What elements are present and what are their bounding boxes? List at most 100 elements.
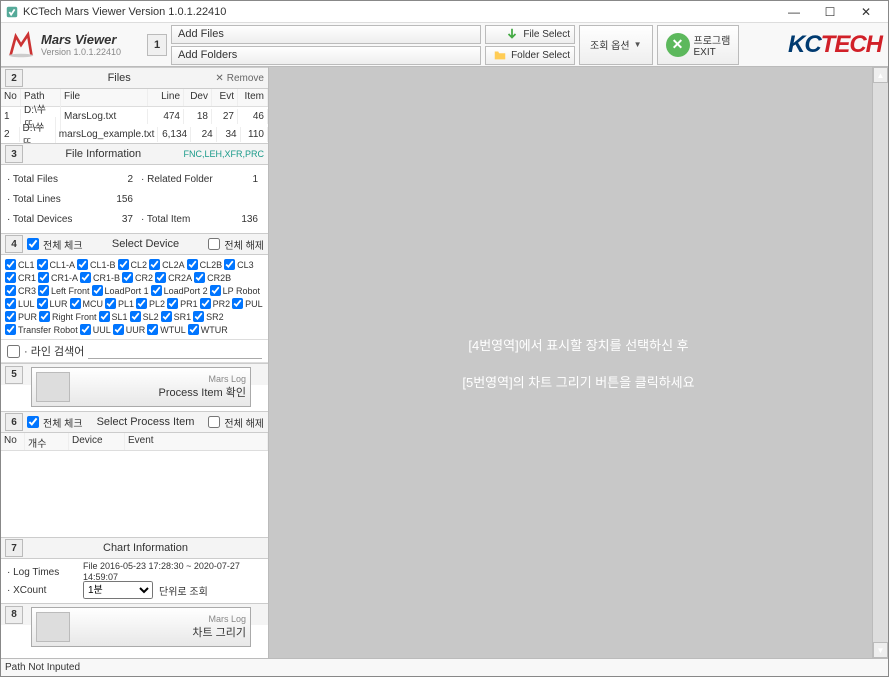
device-checkbox-input[interactable] bbox=[39, 311, 50, 322]
device-label: Right Front bbox=[52, 312, 97, 322]
device-checkbox-input[interactable] bbox=[210, 285, 221, 296]
device-checkbox-input[interactable] bbox=[224, 259, 235, 270]
device-checkbox-input[interactable] bbox=[161, 311, 172, 322]
device-checkbox-input[interactable] bbox=[155, 272, 166, 283]
device-checkbox[interactable]: CL2 bbox=[118, 259, 148, 270]
device-checkbox[interactable]: LUL bbox=[5, 298, 35, 309]
uncheck-all-process[interactable] bbox=[208, 416, 220, 428]
minimize-button[interactable]: — bbox=[776, 2, 812, 22]
device-checkbox-input[interactable] bbox=[200, 298, 211, 309]
device-checkbox-input[interactable] bbox=[70, 298, 81, 309]
uncheck-all-devices[interactable] bbox=[208, 238, 220, 250]
device-checkbox-input[interactable] bbox=[37, 259, 48, 270]
device-checkbox-input[interactable] bbox=[232, 298, 243, 309]
device-checkbox-input[interactable] bbox=[188, 324, 199, 335]
xcount-select[interactable]: 1분 bbox=[83, 581, 153, 599]
device-checkbox-input[interactable] bbox=[5, 259, 16, 270]
device-checkbox[interactable]: CL1-B bbox=[77, 259, 116, 270]
device-checkbox[interactable]: CR2 bbox=[122, 272, 153, 283]
device-checkbox[interactable]: CL2B bbox=[187, 259, 223, 270]
device-checkbox[interactable]: UUR bbox=[113, 324, 146, 335]
device-checkbox[interactable]: PL1 bbox=[105, 298, 134, 309]
device-checkbox[interactable]: LoadPort 2 bbox=[151, 285, 208, 296]
section-6-header: 6 전체 체크 Select Process Item 전체 해제 bbox=[1, 411, 268, 433]
device-checkbox-input[interactable] bbox=[187, 259, 198, 270]
device-checkbox[interactable]: SL1 bbox=[99, 311, 128, 322]
device-checkbox-input[interactable] bbox=[149, 259, 160, 270]
device-checkbox[interactable]: CL1-A bbox=[37, 259, 76, 270]
device-checkbox-input[interactable] bbox=[113, 324, 124, 335]
device-checkbox[interactable]: WTUR bbox=[188, 324, 228, 335]
device-checkbox[interactable]: CR1 bbox=[5, 272, 36, 283]
device-checkbox[interactable]: CR3 bbox=[5, 285, 36, 296]
device-checkbox[interactable]: CL3 bbox=[224, 259, 254, 270]
close-button[interactable]: ✕ bbox=[848, 2, 884, 22]
scroll-down-button[interactable]: ▼ bbox=[873, 642, 888, 658]
folder-select-button[interactable]: Folder Select bbox=[485, 46, 575, 65]
vertical-scrollbar[interactable]: ▲ ▼ bbox=[872, 67, 888, 658]
device-checkbox[interactable]: LP Robot bbox=[210, 285, 260, 296]
device-checkbox[interactable]: PUR bbox=[5, 311, 37, 322]
device-checkbox[interactable]: MCU bbox=[70, 298, 104, 309]
device-checkbox-input[interactable] bbox=[193, 311, 204, 322]
device-checkbox-input[interactable] bbox=[99, 311, 110, 322]
device-checkbox-input[interactable] bbox=[122, 272, 133, 283]
device-checkbox-input[interactable] bbox=[92, 285, 103, 296]
device-checkbox-input[interactable] bbox=[130, 311, 141, 322]
add-folders-button[interactable]: Add Folders bbox=[171, 46, 481, 65]
device-checkbox[interactable]: CR2A bbox=[155, 272, 192, 283]
device-checkbox[interactable]: PUL bbox=[232, 298, 263, 309]
device-checkbox-input[interactable] bbox=[105, 298, 116, 309]
device-checkbox-input[interactable] bbox=[37, 298, 48, 309]
device-checkbox[interactable]: PL2 bbox=[136, 298, 165, 309]
device-checkbox-input[interactable] bbox=[5, 272, 16, 283]
device-checkbox-input[interactable] bbox=[5, 311, 16, 322]
device-checkbox[interactable]: LUR bbox=[37, 298, 68, 309]
remove-button[interactable]: ✕ Remove bbox=[215, 73, 264, 84]
options-button[interactable]: 조회 옵션 ▼ bbox=[579, 25, 653, 65]
device-checkbox-input[interactable] bbox=[151, 285, 162, 296]
device-checkbox[interactable]: SL2 bbox=[130, 311, 159, 322]
device-checkbox-input[interactable] bbox=[77, 259, 88, 270]
device-checkbox[interactable]: CR1-A bbox=[38, 272, 78, 283]
scroll-up-button[interactable]: ▲ bbox=[873, 67, 888, 83]
device-checkbox[interactable]: SR1 bbox=[161, 311, 192, 322]
status-bar: Path Not Inputed bbox=[1, 658, 888, 676]
maximize-button[interactable]: ☐ bbox=[812, 2, 848, 22]
device-checkbox-input[interactable] bbox=[38, 272, 49, 283]
device-checkbox[interactable]: PR1 bbox=[167, 298, 198, 309]
device-checkbox[interactable]: Transfer Robot bbox=[5, 324, 78, 335]
exit-button[interactable]: ✕ 프로그램 EXIT bbox=[657, 25, 740, 65]
check-all-process[interactable] bbox=[27, 416, 39, 428]
device-checkbox[interactable]: PR2 bbox=[200, 298, 231, 309]
device-checkbox[interactable]: Right Front bbox=[39, 311, 97, 322]
device-checkbox[interactable]: WTUL bbox=[147, 324, 186, 335]
file-select-button[interactable]: File Select bbox=[485, 25, 575, 44]
check-all-devices[interactable] bbox=[27, 238, 39, 250]
device-checkbox-input[interactable] bbox=[167, 298, 178, 309]
device-checkbox-input[interactable] bbox=[147, 324, 158, 335]
search-enable-checkbox[interactable] bbox=[7, 345, 20, 358]
device-checkbox-input[interactable] bbox=[194, 272, 205, 283]
device-checkbox-input[interactable] bbox=[5, 324, 16, 335]
device-checkbox[interactable]: CL1 bbox=[5, 259, 35, 270]
device-checkbox-input[interactable] bbox=[5, 285, 16, 296]
device-checkbox-input[interactable] bbox=[5, 298, 16, 309]
device-checkbox-input[interactable] bbox=[136, 298, 147, 309]
draw-chart-button[interactable]: Mars Log 차트 그리기 bbox=[31, 607, 251, 647]
device-checkbox[interactable]: LoadPort 1 bbox=[92, 285, 149, 296]
device-checkbox-input[interactable] bbox=[80, 324, 91, 335]
device-checkbox[interactable]: CR2B bbox=[194, 272, 231, 283]
add-files-button[interactable]: Add Files bbox=[171, 25, 481, 44]
device-checkbox[interactable]: CR1-B bbox=[80, 272, 120, 283]
device-checkbox[interactable]: SR2 bbox=[193, 311, 224, 322]
search-input[interactable] bbox=[88, 343, 262, 359]
device-checkbox-input[interactable] bbox=[118, 259, 129, 270]
device-checkbox[interactable]: CL2A bbox=[149, 259, 185, 270]
device-checkbox[interactable]: Left Front bbox=[38, 285, 90, 296]
table-row[interactable]: 2D:\쑤뜨…marsLog_example.txt6,1342434110 bbox=[1, 125, 268, 143]
device-checkbox[interactable]: UUL bbox=[80, 324, 111, 335]
device-checkbox-input[interactable] bbox=[80, 272, 91, 283]
device-checkbox-input[interactable] bbox=[38, 285, 49, 296]
process-item-button[interactable]: Mars Log Process Item 확인 bbox=[31, 367, 251, 407]
